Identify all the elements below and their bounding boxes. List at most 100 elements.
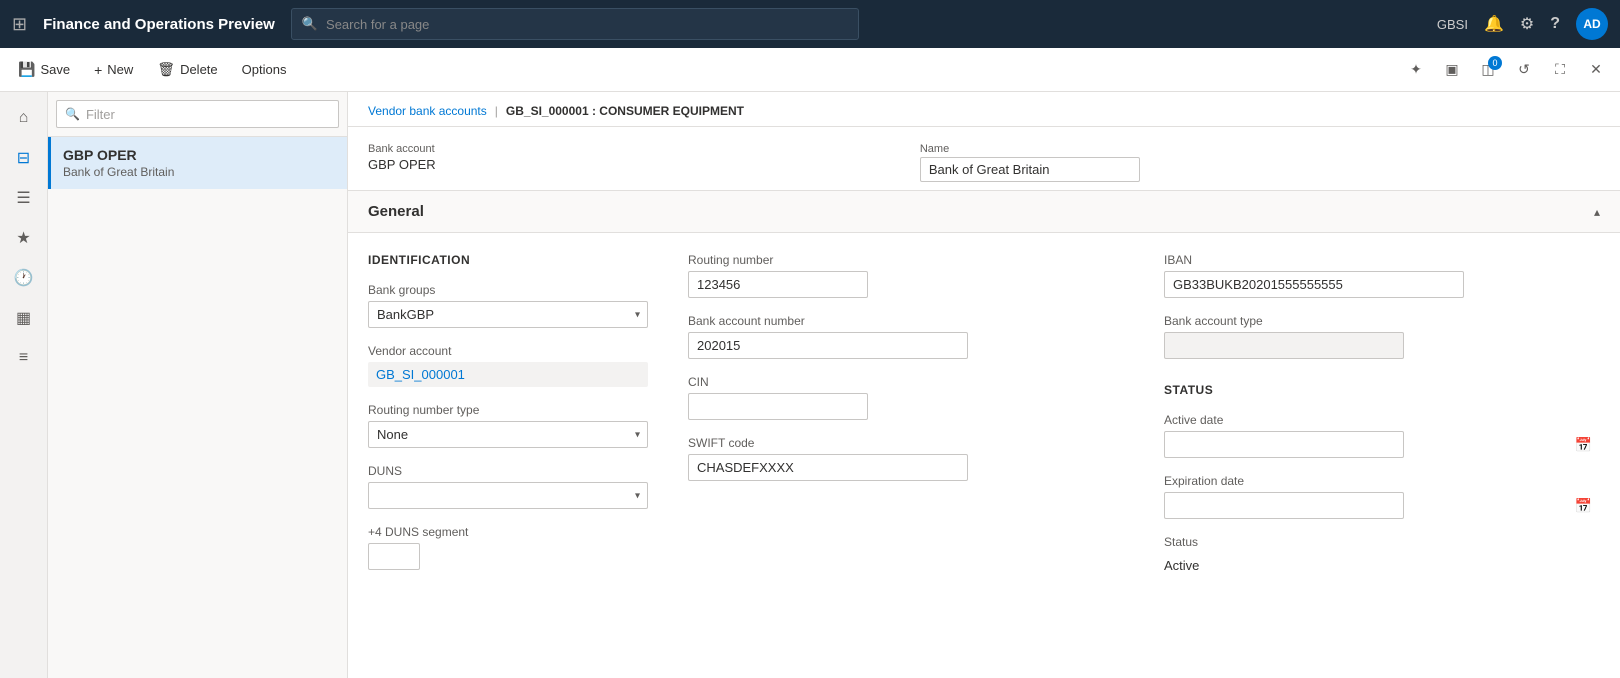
expand-button[interactable]: ⛶ bbox=[1544, 54, 1576, 86]
delete-icon: 🗑 bbox=[157, 61, 175, 78]
detail-header: Bank account GBP OPER Name bbox=[348, 127, 1620, 190]
identification-label: IDENTIFICATION bbox=[368, 253, 648, 267]
bank-groups-label: Bank groups bbox=[368, 283, 648, 297]
swift-code-label: SWIFT code bbox=[688, 436, 1124, 450]
search-input[interactable] bbox=[326, 17, 848, 32]
command-bar: 💾 Save + New 🗑 Delete Options ✦ ▣ ◫ 0 ↺ … bbox=[0, 48, 1620, 92]
sparkle-button[interactable]: ✦ bbox=[1400, 54, 1432, 86]
breadcrumb-link[interactable]: Vendor bank accounts bbox=[368, 104, 487, 118]
sidebar-item-home[interactable]: ⌂ bbox=[6, 100, 42, 136]
bank-account-type-group: Bank account type bbox=[1164, 314, 1600, 359]
bank-account-type-label: Bank account type bbox=[1164, 314, 1600, 328]
bank-account-label: Bank account bbox=[368, 143, 896, 155]
expiration-date-input[interactable] bbox=[1164, 492, 1404, 519]
duns-segment-input[interactable] bbox=[368, 543, 420, 570]
status-group: Status Active bbox=[1164, 535, 1600, 578]
list-items: GBP OPER Bank of Great Britain bbox=[48, 137, 347, 678]
active-date-input[interactable] bbox=[1164, 431, 1404, 458]
avatar[interactable]: AD bbox=[1576, 8, 1608, 40]
options-label: Options bbox=[242, 62, 287, 77]
iban-label: IBAN bbox=[1164, 253, 1600, 267]
routing-number-input[interactable] bbox=[688, 271, 868, 298]
cin-group: CIN bbox=[688, 375, 1124, 420]
side-icons: ⌂ ⊟ ☰ ★ 🕐 ▦ ≡ bbox=[0, 92, 48, 678]
swift-code-input[interactable] bbox=[688, 454, 968, 481]
routing-number-type-group: Routing number type None ABA IFSC ▾ bbox=[368, 403, 648, 448]
sidebar-item-bullets[interactable]: ≡ bbox=[6, 340, 42, 376]
delete-button[interactable]: 🗑 Delete bbox=[147, 54, 227, 86]
section-general-header[interactable]: General ▴ bbox=[348, 190, 1620, 233]
filter-icon: 🔍 bbox=[65, 107, 80, 121]
save-icon: 💾 bbox=[18, 61, 35, 78]
bank-account-number-input[interactable] bbox=[688, 332, 968, 359]
vendor-account-link[interactable]: GB_SI_000001 bbox=[368, 362, 648, 387]
search-bar[interactable]: 🔍 bbox=[291, 8, 859, 40]
gear-icon[interactable]: ⚙ bbox=[1520, 14, 1534, 34]
grid-icon[interactable]: ⊞ bbox=[12, 14, 27, 35]
user-abbr: GBSI bbox=[1437, 17, 1468, 32]
routing-number-label: Routing number bbox=[688, 253, 1124, 267]
badge-count: 0 bbox=[1488, 56, 1502, 70]
breadcrumb: Vendor bank accounts | GB_SI_000001 : CO… bbox=[348, 92, 1620, 127]
filter-input[interactable] bbox=[86, 107, 330, 122]
active-date-label: Active date bbox=[1164, 413, 1600, 427]
routing-number-type-select[interactable]: None ABA IFSC bbox=[368, 421, 648, 448]
top-bar: ⊞ Finance and Operations Preview 🔍 GBSI … bbox=[0, 0, 1620, 48]
cin-input[interactable] bbox=[688, 393, 868, 420]
duns-select[interactable] bbox=[368, 482, 648, 509]
routing-col: Routing number Bank account number CIN S… bbox=[688, 253, 1124, 578]
calendar-icon-active: 📅 bbox=[1575, 436, 1592, 453]
save-button[interactable]: 💾 Save bbox=[8, 54, 80, 86]
main-layout: ⌂ ⊟ ☰ ★ 🕐 ▦ ≡ 🔍 GBP OPER Bank of Great B… bbox=[0, 92, 1620, 678]
new-button[interactable]: + New bbox=[84, 54, 143, 86]
save-label: Save bbox=[40, 62, 70, 77]
expiration-date-label: Expiration date bbox=[1164, 474, 1600, 488]
vendor-account-group: Vendor account GB_SI_000001 bbox=[368, 344, 648, 387]
duns-label: DUNS bbox=[368, 464, 648, 478]
sidebar-item-filter[interactable]: ⊟ bbox=[6, 140, 42, 176]
app-title: Finance and Operations Preview bbox=[43, 16, 275, 33]
routing-number-type-label: Routing number type bbox=[368, 403, 648, 417]
bank-groups-select-wrap: BankGBP BankUSD BankEUR ▾ bbox=[368, 301, 648, 328]
sidebar-item-star[interactable]: ★ bbox=[6, 220, 42, 256]
new-icon: + bbox=[94, 62, 102, 78]
bank-account-number-group: Bank account number bbox=[688, 314, 1124, 359]
panel-button[interactable]: ▣ bbox=[1436, 54, 1468, 86]
list-filter-area: 🔍 bbox=[48, 92, 347, 137]
sidebar-item-table[interactable]: ▦ bbox=[6, 300, 42, 336]
identification-col: IDENTIFICATION Bank groups BankGBP BankU… bbox=[368, 253, 648, 578]
new-label: New bbox=[107, 62, 133, 77]
sidebar-item-list[interactable]: ☰ bbox=[6, 180, 42, 216]
iban-input[interactable] bbox=[1164, 271, 1464, 298]
name-label: Name bbox=[920, 143, 1600, 155]
breadcrumb-current: GB_SI_000001 : CONSUMER EQUIPMENT bbox=[506, 104, 744, 118]
cin-label: CIN bbox=[688, 375, 1124, 389]
bank-account-field: Bank account GBP OPER bbox=[368, 143, 896, 182]
status-section-label: STATUS bbox=[1164, 383, 1600, 397]
collapse-icon: ▴ bbox=[1594, 205, 1600, 219]
duns-group: DUNS ▾ bbox=[368, 464, 648, 509]
iban-col: IBAN Bank account type STATUS Active dat… bbox=[1164, 253, 1600, 578]
badge-button[interactable]: ◫ 0 bbox=[1472, 54, 1504, 86]
duns-segment-group: +4 DUNS segment bbox=[368, 525, 648, 570]
refresh-button[interactable]: ↺ bbox=[1508, 54, 1540, 86]
list-item[interactable]: GBP OPER Bank of Great Britain bbox=[48, 137, 347, 189]
iban-group: IBAN bbox=[1164, 253, 1600, 298]
close-button[interactable]: ✕ bbox=[1580, 54, 1612, 86]
detail-panel: Vendor bank accounts | GB_SI_000001 : CO… bbox=[348, 92, 1620, 678]
bank-account-value: GBP OPER bbox=[368, 157, 896, 172]
expiration-date-group: Expiration date 📅 bbox=[1164, 474, 1600, 519]
section-general-title: General bbox=[368, 203, 424, 220]
bank-groups-select[interactable]: BankGBP BankUSD BankEUR bbox=[368, 301, 648, 328]
bell-icon[interactable]: 🔔 bbox=[1484, 14, 1504, 34]
sidebar-item-clock[interactable]: 🕐 bbox=[6, 260, 42, 296]
routing-number-group: Routing number bbox=[688, 253, 1124, 298]
status-value: Active bbox=[1164, 553, 1600, 578]
filter-input-wrap[interactable]: 🔍 bbox=[56, 100, 339, 128]
bank-groups-group: Bank groups BankGBP BankUSD BankEUR ▾ bbox=[368, 283, 648, 328]
name-input[interactable] bbox=[920, 157, 1140, 182]
help-icon[interactable]: ? bbox=[1550, 15, 1560, 33]
expiration-date-wrap: 📅 bbox=[1164, 492, 1600, 519]
options-button[interactable]: Options bbox=[232, 54, 297, 86]
active-date-wrap: 📅 bbox=[1164, 431, 1600, 458]
